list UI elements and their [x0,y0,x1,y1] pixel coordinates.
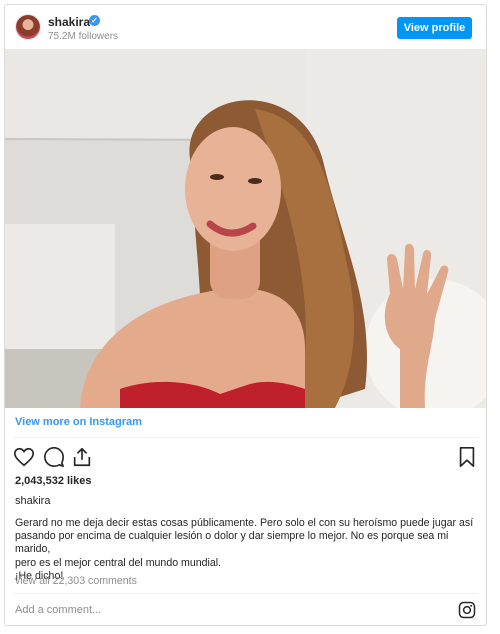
heart-icon[interactable] [13,446,35,468]
action-bar [13,446,478,470]
verified-badge-icon: ✓ [89,15,100,26]
divider [13,437,478,438]
comment-input[interactable] [15,601,445,619]
divider [13,593,478,594]
caption-username[interactable]: shakira [15,495,50,507]
view-more-link[interactable]: View more on Instagram [15,416,142,428]
caption-line: pero es el mejor central del mundo mundi… [15,556,222,569]
post-caption: Gerard no me deja decir estas cosas públ… [15,517,477,583]
caption-line: pasando por encima de cualquier lesión o… [15,530,449,556]
follower-count: 75.2M followers [48,31,119,42]
like-count[interactable]: 2,043,532 likes [15,475,91,487]
view-all-comments-link[interactable]: view all 22,303 comments [15,575,137,587]
view-profile-button[interactable]: View profile [397,17,472,39]
caption-line: Gerard no me deja decir estas cosas públ… [15,517,474,529]
post-photo[interactable] [5,49,486,408]
instagram-embed-card: shakira ✓ 75.2M followers View profile V… [4,4,487,626]
comment-icon[interactable] [43,446,65,468]
username[interactable]: shakira [48,15,90,29]
instagram-icon[interactable] [458,601,476,619]
share-icon[interactable] [71,446,93,468]
post-header: shakira ✓ 75.2M followers View profile [5,5,486,49]
bookmark-icon[interactable] [456,446,478,468]
avatar[interactable] [15,14,41,40]
